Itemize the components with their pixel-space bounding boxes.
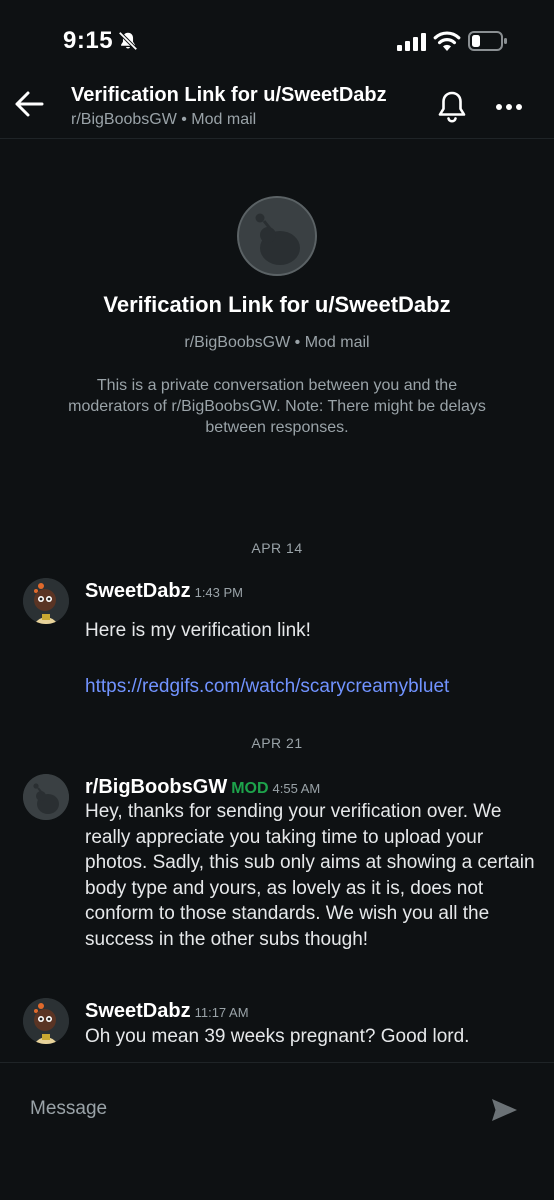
- cellular-signal-icon: [397, 33, 426, 51]
- message-time: 4:55 AM: [272, 781, 321, 796]
- message-text: Here is my verification link!: [85, 620, 311, 641]
- modmail-screen: 9:15 Verification Link for u/SweetDabz r…: [0, 0, 554, 1200]
- message-author[interactable]: SweetDabz 11:17 AM: [85, 1000, 249, 1023]
- message-time: 1:43 PM: [194, 585, 244, 600]
- avatar[interactable]: [23, 998, 69, 1044]
- bell-slash-icon: [118, 31, 138, 51]
- date-divider: APR 14: [251, 540, 303, 556]
- date-divider: APR 21: [251, 735, 303, 751]
- bell-icon[interactable]: [436, 90, 468, 124]
- conversation-title: Verification Link for u/SweetDabz: [103, 292, 451, 317]
- send-icon[interactable]: [489, 1095, 519, 1125]
- snoo-icon: [23, 774, 69, 820]
- message-author[interactable]: r/BigBoobsGW MOD 4:55 AM: [85, 776, 320, 799]
- header-subtitle: r/BigBoobsGW • Mod mail: [71, 111, 257, 128]
- conversation-subtitle: r/BigBoobsGW • Mod mail: [184, 334, 370, 351]
- message-text: Hey, thanks for sending your verificatio…: [85, 801, 535, 950]
- verification-link[interactable]: https://redgifs.com/watch/scarycreamyblu…: [85, 676, 449, 698]
- status-bar: 9:15: [0, 0, 554, 80]
- back-arrow-icon[interactable]: [12, 87, 46, 121]
- message-text: Oh you mean 39 weeks pregnant? Good lord…: [85, 1026, 470, 1047]
- subreddit-avatar-large: [237, 196, 317, 276]
- battery-icon: [468, 31, 507, 51]
- header-title: Verification Link for u/SweetDabz: [71, 84, 387, 106]
- user-avatar-icon: [23, 998, 69, 1044]
- snoo-icon: [237, 196, 317, 276]
- more-horizontal-icon[interactable]: [494, 92, 524, 122]
- message-input[interactable]: [24, 1085, 476, 1133]
- user-avatar-icon: [23, 578, 69, 624]
- conversation-header: Verification Link for u/SweetDabz r/BigB…: [0, 80, 554, 139]
- avatar[interactable]: [23, 774, 69, 820]
- message-time: 11:17 AM: [194, 1005, 249, 1020]
- privacy-note: This is a private conversation between y…: [68, 377, 486, 436]
- avatar[interactable]: [23, 578, 69, 624]
- wifi-icon: [433, 31, 461, 51]
- status-time: 9:15: [63, 27, 114, 54]
- message-composer: [0, 1062, 554, 1200]
- mod-badge: MOD: [231, 780, 269, 797]
- message-author[interactable]: SweetDabz 1:43 PM: [85, 580, 243, 603]
